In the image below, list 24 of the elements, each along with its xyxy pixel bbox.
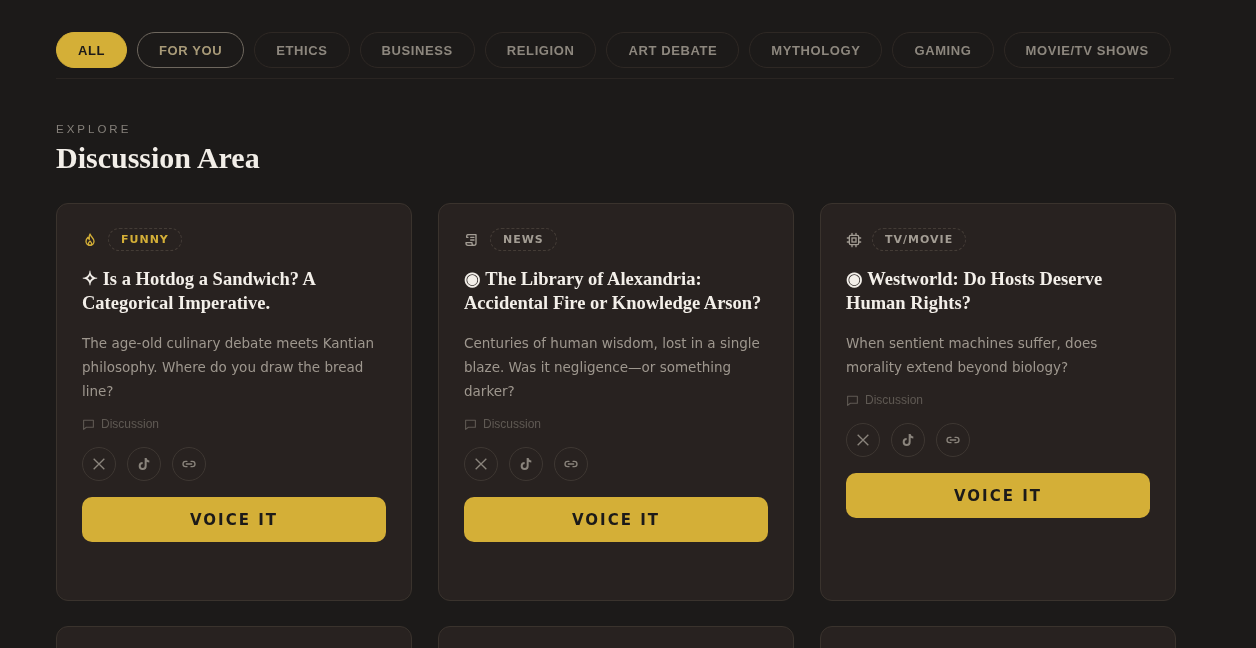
x-logo-icon bbox=[91, 456, 107, 472]
voice-it-button[interactable]: VOICE IT bbox=[464, 497, 768, 542]
x-logo-icon bbox=[473, 456, 489, 472]
chip-icon bbox=[846, 231, 862, 248]
card-title: ◉ The Library of Alexandria: Accidental Fire or Knowledge Arson? bbox=[464, 268, 763, 315]
comment-icon bbox=[846, 393, 859, 407]
card-description: The age-old culinary debate meets Kantian philosophy. Where do you draw the bread line? bbox=[82, 334, 375, 401]
voice-it-button[interactable]: VOICE IT bbox=[846, 473, 1150, 518]
card-title: ◉ Westworld: Do Hosts Deserve Human Rights? bbox=[846, 268, 1104, 315]
card-description: When sentient machines suffer, does morality extend beyond biology? bbox=[846, 334, 1099, 377]
music-note-icon bbox=[900, 432, 916, 448]
section-eyebrow: EXPLORE bbox=[56, 123, 133, 135]
voice-it-button[interactable]: VOICE IT bbox=[82, 497, 386, 542]
scroll-icon bbox=[464, 231, 480, 248]
filter-chip[interactable]: ALL bbox=[56, 32, 128, 68]
music-note-icon bbox=[518, 456, 534, 472]
card-description: Centuries of human wisdom, lost in a single blaze. Was it negligence—or something darker? bbox=[464, 334, 761, 401]
flame-icon bbox=[82, 231, 98, 248]
music-note-icon bbox=[136, 456, 152, 472]
x-logo-icon bbox=[855, 432, 871, 448]
section-title: Discussion Area bbox=[56, 141, 261, 175]
comment-icon bbox=[82, 417, 95, 431]
card-title: ✧ Is a Hotdog a Sandwich? A Categorical Imperative. bbox=[82, 268, 317, 315]
comment-icon bbox=[464, 417, 477, 431]
